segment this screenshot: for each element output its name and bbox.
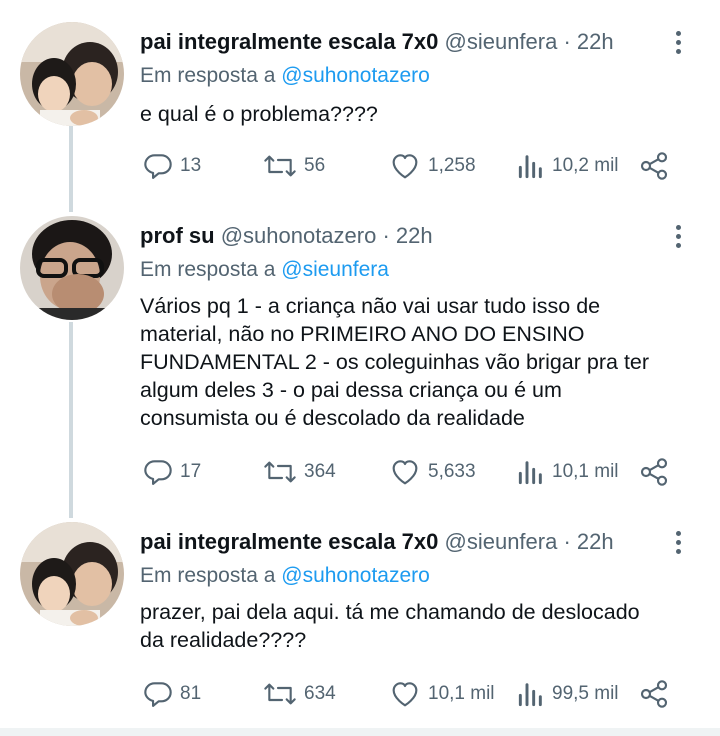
share-icon bbox=[640, 152, 668, 180]
views-icon bbox=[518, 461, 542, 485]
user-handle[interactable]: @sieunfera bbox=[445, 529, 558, 554]
tweet-text: e qual é o problema???? bbox=[140, 100, 700, 128]
share-button[interactable] bbox=[638, 148, 670, 184]
tweet-header: prof su @suhonotazero · 22h bbox=[140, 222, 433, 250]
separator-dot: · bbox=[382, 223, 390, 248]
user-handle[interactable]: @suhonotazero bbox=[221, 223, 377, 248]
retweet-icon bbox=[264, 683, 296, 705]
retweet-button[interactable]: 634 bbox=[262, 676, 336, 712]
reply-count: 13 bbox=[180, 155, 202, 176]
views-count: 10,2 mil bbox=[552, 155, 619, 176]
more-options-button[interactable] bbox=[668, 28, 688, 56]
text-line: e qual é o problema???? bbox=[140, 102, 378, 126]
share-icon bbox=[640, 680, 668, 708]
reply-context: Em resposta a @sieunfera bbox=[140, 256, 389, 284]
retweet-icon bbox=[264, 461, 296, 483]
tweet[interactable]: pai integralmente escala 7x0 @sieunfera … bbox=[0, 22, 720, 202]
reply-prefix: Em resposta a bbox=[140, 258, 276, 281]
more-icon bbox=[668, 531, 688, 554]
display-name[interactable]: pai integralmente escala 7x0 bbox=[140, 529, 438, 554]
mention-link[interactable]: @suhonotazero bbox=[281, 64, 430, 87]
retweet-count: 634 bbox=[304, 683, 336, 704]
like-button[interactable]: 5,633 bbox=[388, 454, 476, 490]
more-icon bbox=[668, 31, 688, 54]
views-count: 99,5 mil bbox=[552, 683, 619, 704]
views-button[interactable]: 10,1 mil bbox=[516, 454, 619, 490]
avatar[interactable] bbox=[20, 522, 124, 626]
views-count: 10,1 mil bbox=[552, 461, 619, 482]
tweet-header: pai integralmente escala 7x0 @sieunfera … bbox=[140, 528, 614, 556]
tweet-header: pai integralmente escala 7x0 @sieunfera … bbox=[140, 28, 614, 56]
more-options-button[interactable] bbox=[668, 528, 688, 556]
tweet[interactable]: pai integralmente escala 7x0 @sieunfera … bbox=[0, 522, 720, 722]
more-options-button[interactable] bbox=[668, 222, 688, 250]
mention-link[interactable]: @suhonotazero bbox=[281, 564, 430, 587]
views-icon bbox=[518, 155, 542, 179]
text-line: algum deles 3 - o pai dessa criança ou é… bbox=[140, 378, 562, 402]
text-line: da realidade???? bbox=[140, 628, 307, 652]
reply-prefix: Em resposta a bbox=[140, 64, 276, 87]
like-count: 1,258 bbox=[428, 155, 476, 176]
reply-button[interactable]: 13 bbox=[142, 148, 201, 184]
action-bar: 81 634 10,1 mil 99,5 mil bbox=[140, 676, 700, 712]
avatar[interactable] bbox=[20, 22, 124, 126]
reply-button[interactable]: 17 bbox=[142, 454, 201, 490]
reply-context: Em resposta a @suhonotazero bbox=[140, 62, 430, 90]
retweet-button[interactable]: 56 bbox=[262, 148, 325, 184]
action-bar: 13 56 1,258 10,2 mil bbox=[140, 148, 700, 184]
timestamp[interactable]: 22h bbox=[577, 29, 614, 54]
retweet-icon bbox=[264, 155, 296, 177]
text-line: prazer, pai dela aqui. tá me chamando de… bbox=[140, 600, 640, 624]
reply-icon bbox=[144, 682, 172, 707]
text-line: consumista ou é descolado da realidade bbox=[140, 406, 525, 430]
separator-dot: · bbox=[563, 529, 571, 554]
like-button[interactable]: 10,1 mil bbox=[388, 676, 495, 712]
heart-icon bbox=[392, 460, 418, 485]
text-line: FUNDAMENTAL 2 - os coleguinhas vão briga… bbox=[140, 350, 650, 374]
display-name[interactable]: pai integralmente escala 7x0 bbox=[140, 29, 438, 54]
views-button[interactable]: 99,5 mil bbox=[516, 676, 619, 712]
timestamp[interactable]: 22h bbox=[577, 529, 614, 554]
retweet-count: 364 bbox=[304, 461, 336, 482]
mention-link[interactable]: @sieunfera bbox=[281, 258, 389, 281]
tweet-text: Vários pq 1 - a criança não vai usar tud… bbox=[140, 292, 700, 432]
action-bar: 17 364 5,633 10,1 mil bbox=[140, 454, 700, 490]
like-count: 5,633 bbox=[428, 461, 476, 482]
share-button[interactable] bbox=[638, 676, 670, 712]
reply-prefix: Em resposta a bbox=[140, 564, 276, 587]
more-icon bbox=[668, 225, 688, 248]
display-name[interactable]: prof su bbox=[140, 223, 215, 248]
tweet[interactable]: prof su @suhonotazero · 22h Em resposta … bbox=[0, 216, 720, 506]
reply-icon bbox=[144, 154, 172, 179]
text-line: material, não no PRIMEIRO ANO DO ENSINO bbox=[140, 322, 585, 346]
timestamp[interactable]: 22h bbox=[396, 223, 433, 248]
reply-count: 17 bbox=[180, 461, 202, 482]
user-handle[interactable]: @sieunfera bbox=[445, 29, 558, 54]
text-line: Vários pq 1 - a criança não vai usar tud… bbox=[140, 294, 601, 318]
retweet-button[interactable]: 364 bbox=[262, 454, 336, 490]
reply-context: Em resposta a @suhonotazero bbox=[140, 562, 430, 590]
share-button[interactable] bbox=[638, 454, 670, 490]
share-icon bbox=[640, 458, 668, 486]
bottom-divider bbox=[0, 728, 720, 736]
separator-dot: · bbox=[563, 29, 571, 54]
like-button[interactable]: 1,258 bbox=[388, 148, 476, 184]
reply-icon bbox=[144, 460, 172, 485]
heart-icon bbox=[392, 682, 418, 707]
views-icon bbox=[518, 683, 542, 707]
like-count: 10,1 mil bbox=[428, 683, 495, 704]
avatar[interactable] bbox=[20, 216, 124, 320]
views-button[interactable]: 10,2 mil bbox=[516, 148, 619, 184]
retweet-count: 56 bbox=[304, 155, 326, 176]
reply-button[interactable]: 81 bbox=[142, 676, 201, 712]
heart-icon bbox=[392, 154, 418, 179]
reply-count: 81 bbox=[180, 683, 202, 704]
tweet-text: prazer, pai dela aqui. tá me chamando de… bbox=[140, 598, 700, 654]
